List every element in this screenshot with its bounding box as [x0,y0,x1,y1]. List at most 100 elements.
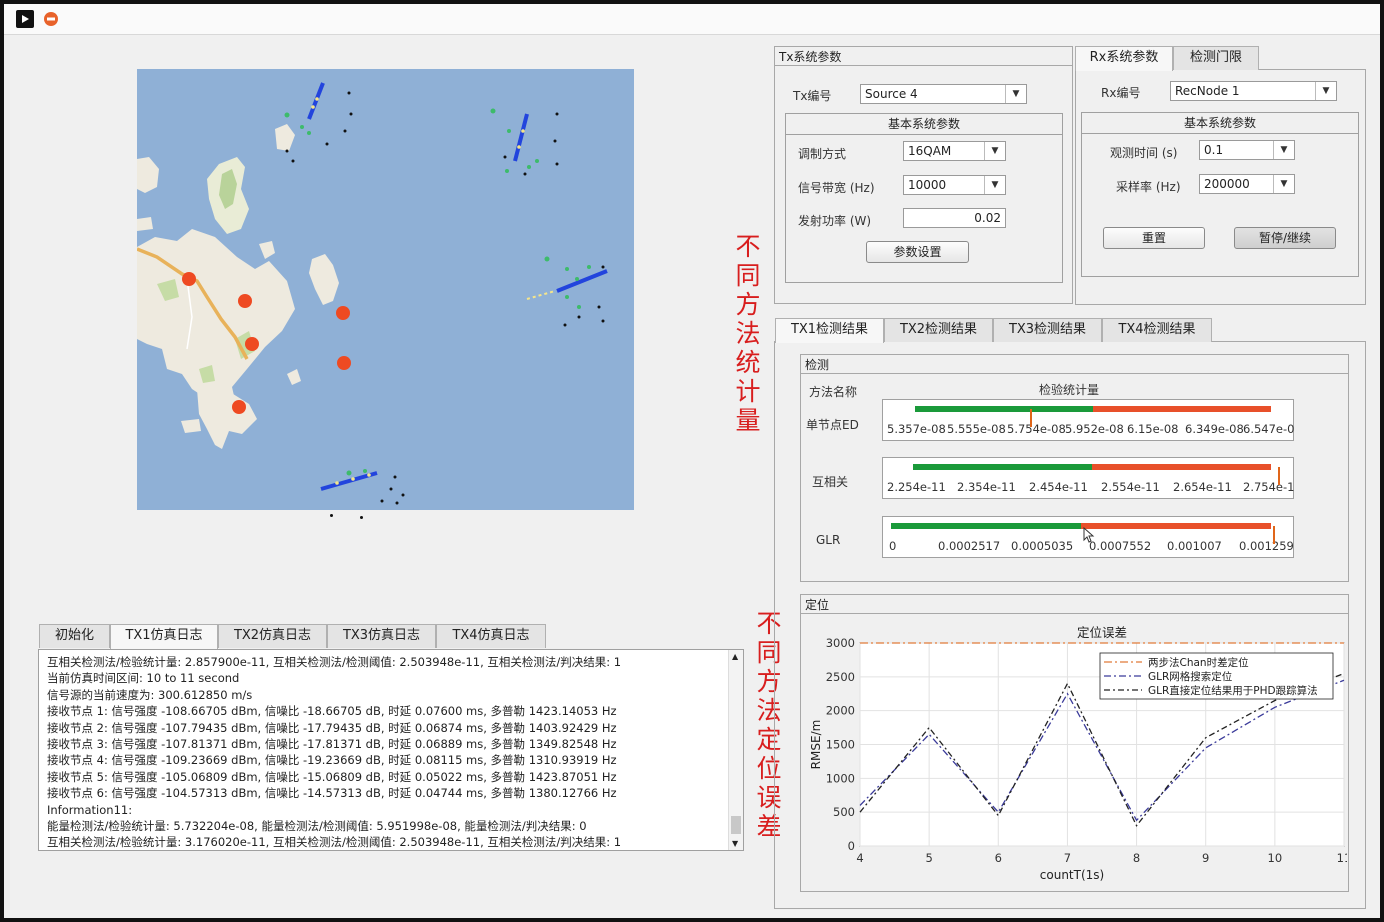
gauge-red-band [1081,523,1271,529]
gauge-green-band [913,464,1092,470]
scroll-up-icon[interactable]: ▲ [732,652,738,661]
legend-label: 两步法Chan时差定位 [1148,656,1249,669]
gauge-tick: 5.952e-08 [1065,422,1124,436]
chevron-down-icon: ▼ [1273,141,1294,159]
loc-title: 定位 [805,598,830,612]
bandwidth-label: 信号带宽 (Hz) [798,181,875,195]
log-textarea[interactable]: 互相关检测法/检验统计量: 2.857900e-11, 互相关检测法/检测阈值:… [38,649,744,851]
rx-id-label: Rx编号 [1101,86,1141,100]
loc-error-chart: 4 5 6 7 8 9 10 11 0 500 1000 1500 2000 2500 3000 定位误差 co… [809,625,1347,882]
rx-id-dropdown[interactable]: RecNode 1 ▼ [1170,81,1337,101]
gauge-needle [1278,467,1280,485]
gauge-red-band [1093,406,1271,412]
scroll-down-icon[interactable]: ▼ [732,839,738,848]
power-label: 发射功率 (W) [798,214,872,228]
tab-tx4-results[interactable]: TX4检测结果 [1102,318,1212,342]
tab-tx2-results[interactable]: TX2检测结果 [884,318,993,342]
sample-rate-label: 采样率 (Hz) [1116,180,1181,194]
x-axis-label: countT(1s) [1040,868,1104,882]
y-tick-label: 2000 [826,704,855,718]
bandwidth-value: 10000 [908,178,947,192]
gauge-tick: 2.554e-11 [1101,480,1160,494]
tx-id-dropdown[interactable]: Source 4 ▼ [860,84,1027,104]
gauge-tick: 5.754e-08 [1007,422,1066,436]
gauge-red-band [1092,464,1271,470]
tab-tx4-log[interactable]: TX4仿真日志 [436,624,546,648]
tx-panel-title: Tx系统参数 [779,50,842,64]
tx-basic-title: 基本系统参数 [786,114,1062,135]
gauge-tick: 2.754e-1 [1243,480,1295,494]
scroll-thumb[interactable] [731,816,741,834]
tx-id-label: Tx编号 [793,89,832,103]
gauge-tick: 2.454e-11 [1029,480,1088,494]
pause-resume-button[interactable]: 暂停/继续 [1234,227,1336,249]
tab-rx-params[interactable]: Rx系统参数 [1075,46,1173,71]
gauge-tick: 0.0007552 [1089,539,1152,553]
gauge-tick: 0 [889,539,897,553]
bandwidth-dropdown[interactable]: 10000 ▼ [903,175,1006,195]
map-view[interactable] [136,69,634,510]
ed-gauge: 5.357e-08 5.555e-08 5.754e-08 5.952e-08 … [882,399,1294,441]
y-tick-label: 0 [848,839,855,853]
chevron-down-icon: ▼ [1315,82,1336,100]
tab-tx1-results[interactable]: TX1检测结果 [775,318,884,343]
chevron-down-icon: ▼ [1005,85,1026,103]
chart-title: 定位误差 [1077,625,1127,640]
x-tick-label: 5 [925,851,932,865]
log-scrollbar[interactable]: ▲ ▼ [728,650,743,850]
x-tick-label: 8 [1133,851,1140,865]
tab-tx3-log[interactable]: TX3仿真日志 [327,624,436,648]
tx-basic-params: 基本系统参数 调制方式 16QAM ▼ 信号带宽 (Hz) 10000 ▼ 发射… [785,113,1063,283]
log-line: 接收节点 1: 信号强度 -108.66705 dBm, 信噪比 -18.667… [47,704,617,719]
mod-dropdown[interactable]: 16QAM ▼ [903,141,1006,161]
legend-label: GLR网格搜索定位 [1148,670,1233,683]
x-tick-label: 10 [1268,851,1283,865]
log-line: 当前仿真时间区间: 10 to 11 second [47,671,240,686]
power-input[interactable]: 0.02 [903,208,1006,228]
obs-time-dropdown[interactable]: 0.1 ▼ [1199,140,1295,160]
tab-tx1-log[interactable]: TX1仿真日志 [110,624,218,649]
tab-detect-threshold[interactable]: 检测门限 [1173,46,1259,70]
tab-tx2-log[interactable]: TX2仿真日志 [218,624,327,648]
col-stat-header: 检验统计量 [1039,383,1100,397]
gauge-needle [1030,409,1032,427]
play-icon[interactable] [16,10,34,28]
tab-init[interactable]: 初始化 [39,624,110,648]
tab-tx3-results[interactable]: TX3检测结果 [993,318,1102,342]
map-canvas [136,69,634,510]
gauge-tick: 2.254e-11 [887,480,946,494]
method-glr-label: GLR [816,533,841,547]
sample-rate-dropdown[interactable]: 200000 ▼ [1199,174,1295,194]
tx-id-value: Source 4 [865,87,918,101]
gauge-green-band [891,523,1081,529]
y-tick-label: 1500 [826,738,855,752]
reset-button[interactable]: 重置 [1103,227,1205,249]
log-line: 接收节点 5: 信号强度 -105.06809 dBm, 信噪比 -15.068… [47,769,617,784]
gauge-tick: 6.547e-0 [1243,422,1295,436]
col-method-header: 方法名称 [809,385,858,399]
xcorr-gauge: 2.254e-11 2.354e-11 2.454e-11 2.554e-11 … [882,457,1294,499]
log-line: 接收节点 3: 信号强度 -107.81371 dBm, 信噪比 -17.813… [47,736,617,751]
gauge-tick: 5.555e-08 [947,422,1006,436]
x-tick-label: 4 [856,851,863,865]
gauge-tick: 2.354e-11 [957,480,1016,494]
stop-icon[interactable] [42,10,60,28]
gauge-tick: 6.15e-08 [1127,422,1179,436]
param-set-button[interactable]: 参数设置 [866,241,969,263]
log-line: Information11: [47,802,133,817]
method-xcorr-label: 互相关 [812,475,849,489]
chevron-down-icon: ▼ [984,142,1005,160]
log-line: 能量检测法/检验统计量: 5.732204e-08, 能量检测法/检测阈值: 5… [47,818,587,833]
gauge-tick: 6.349e-08 [1185,422,1244,436]
log-line: 接收节点 4: 信号强度 -109.23669 dBm, 信噪比 -19.236… [47,753,617,768]
app-window: Tx系统参数 Tx编号 Source 4 ▼ 基本系统参数 调制方式 16QAM… [4,4,1380,918]
sample-rate-value: 200000 [1204,177,1250,191]
y-tick-label: 3000 [826,636,855,650]
detect-title: 检测 [805,358,830,372]
toolbar [4,4,1380,35]
x-tick-label: 6 [995,851,1002,865]
log-line: 接收节点 2: 信号强度 -107.79435 dBm, 信噪比 -17.794… [47,720,617,735]
map-marker [360,516,363,519]
x-tick-label: 7 [1064,851,1071,865]
glr-gauge: 0 0.0002517 0.0005035 0.0007552 0.001007… [882,516,1294,558]
